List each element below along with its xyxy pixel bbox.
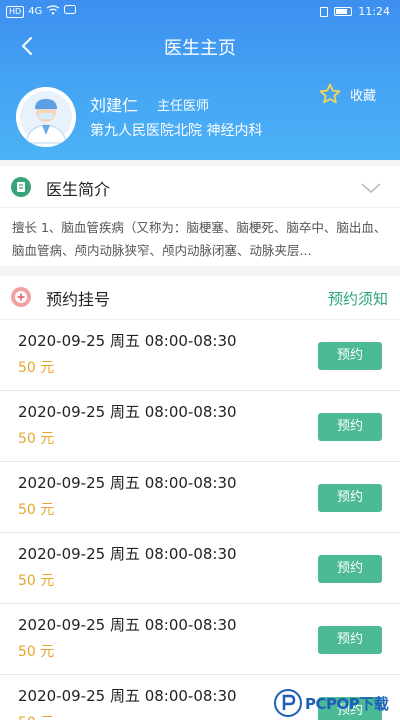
slot-price: 50 元 <box>18 431 55 447</box>
book-button[interactable]: 预约 <box>318 626 382 654</box>
network-type: HD <box>6 5 25 18</box>
chevron-down-icon[interactable] <box>360 180 382 196</box>
slot-row: 2020-09-25 周五 08:00-08:30 50 元 预约 <box>0 462 400 533</box>
slot-price: 50 元 <box>18 502 55 518</box>
intro-header[interactable]: 医生简介 <box>0 166 400 208</box>
status-bar: HD 4G 11:24 <box>0 0 400 24</box>
book-button[interactable]: 预约 <box>318 555 382 583</box>
vibrate-icon <box>320 6 329 17</box>
book-button[interactable]: 预约 <box>318 342 382 370</box>
pcpop-logo-icon <box>274 689 302 717</box>
intro-text: 擅长 1、脑血管疾病（又称为：脑梗塞、脑梗死、脑卒中、脑出血、脑血管病、颅内动脉… <box>12 220 387 258</box>
watermark-text: PCPOP下载 <box>305 694 389 713</box>
book-button[interactable]: 预约 <box>318 484 382 512</box>
battery-icon <box>334 7 353 16</box>
doctor-avatar <box>16 87 76 147</box>
slot-row: 2020-09-25 周五 08:00-08:30 50 元 预约 <box>0 391 400 462</box>
slot-price: 50 元 <box>18 360 55 376</box>
slot-datetime: 2020-09-25 周五 08:00-08:30 <box>18 332 237 350</box>
message-icon <box>64 5 77 18</box>
slot-price: 50 元 <box>18 573 55 589</box>
slot-row: 2020-09-25 周五 08:00-08:30 50 元 预约 <box>0 533 400 604</box>
slot-price: 50 元 <box>18 712 54 720</box>
profile-card-icon <box>11 177 31 197</box>
slot-datetime: 2020-09-25 周五 08:00-08:30 <box>18 403 237 421</box>
star-icon <box>319 83 341 104</box>
doctor-name: 刘建仁 <box>90 96 139 115</box>
wifi-icon <box>46 5 60 18</box>
site-watermark: PCPOP下载 <box>274 686 400 720</box>
slot-row: 2020-09-25 周五 08:00-08:30 50 元 预约 <box>0 604 400 675</box>
page-title: 医生主页 <box>164 38 236 59</box>
registration-icon <box>11 287 31 307</box>
booking-notice-link[interactable]: 预约须知 <box>328 288 388 309</box>
slot-datetime: 2020-09-25 周五 08:00-08:30 <box>18 687 237 705</box>
booking-title: 预约挂号 <box>46 290 111 309</box>
slot-datetime: 2020-09-25 周五 08:00-08:30 <box>18 616 237 634</box>
signal-type: 4G <box>28 6 43 17</box>
doctor-hospital-department: 第九人民医院北院 神经内科 <box>90 123 263 139</box>
slot-datetime: 2020-09-25 周五 08:00-08:30 <box>18 474 237 492</box>
doctor-header: HD 4G 11:24 医生主页 刘建仁 主任医师 第九人民医院北院 神经内科 … <box>0 0 400 160</box>
doctor-intro-card: 医生简介 擅长 1、脑血管疾病（又称为：脑梗塞、脑梗死、脑卒中、脑出血、脑血管病… <box>0 166 400 266</box>
slot-row: 2020-09-25 周五 08:00-08:30 50 元 预约 <box>0 320 400 391</box>
booking-header: 预约挂号 预约须知 <box>0 276 400 320</box>
book-button[interactable]: 预约 <box>318 413 382 441</box>
intro-title: 医生简介 <box>46 180 111 199</box>
booking-card: 预约挂号 预约须知 2020-09-25 周五 08:00-08:30 50 元… <box>0 276 400 720</box>
clock: 11:24 <box>358 5 390 18</box>
favorite-button[interactable]: 收藏 <box>318 82 376 106</box>
slot-price: 50 元 <box>18 644 55 660</box>
doctor-title: 主任医师 <box>157 99 210 114</box>
favorite-label: 收藏 <box>350 88 377 104</box>
slot-datetime: 2020-09-25 周五 08:00-08:30 <box>18 545 237 563</box>
